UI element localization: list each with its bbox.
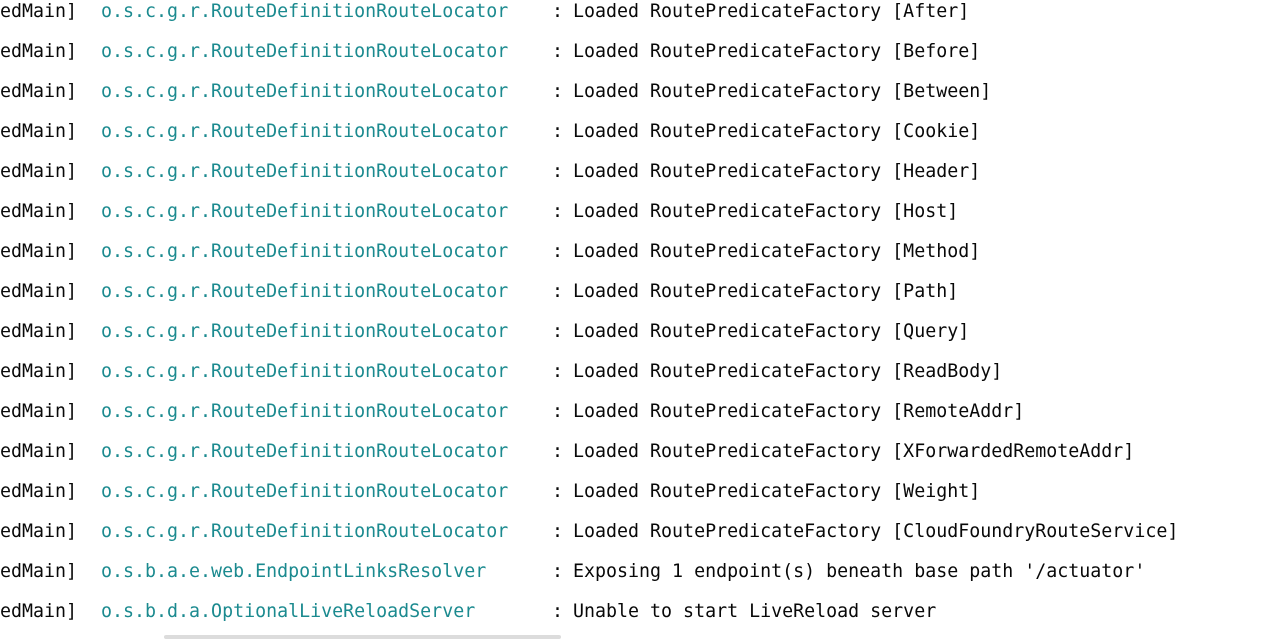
log-thread: edMain]: [0, 600, 100, 624]
log-logger-link[interactable]: o.s.b.a.e.web.EndpointLinksResolver: [101, 560, 486, 584]
log-message: Loaded RoutePredicateFactory [Query]: [573, 321, 970, 342]
log-message: Loaded RoutePredicateFactory [RemoteAddr…: [573, 401, 1025, 422]
log-thread-text: edMain]: [0, 281, 78, 302]
log-separator: :: [552, 321, 564, 342]
log-separator: :: [552, 241, 564, 262]
log-logger-link[interactable]: o.s.c.g.r.RouteDefinitionRouteLocator: [101, 240, 508, 264]
log-separator: :: [552, 161, 564, 182]
console-output[interactable]: edMain] o.s.c.g.r.RouteDefinitionRouteLoc…: [0, 0, 1278, 639]
log-thread-text: edMain]: [0, 161, 78, 182]
log-thread: edMain]: [0, 40, 100, 64]
log-logger-link[interactable]: o.s.c.g.r.RouteDefinitionRouteLocator: [101, 120, 508, 144]
log-message: Loaded RoutePredicateFactory [Host]: [573, 201, 959, 222]
log-logger-link[interactable]: o.s.b.d.a.OptionalLiveReloadServer: [101, 600, 475, 624]
log-thread-text: edMain]: [0, 521, 78, 542]
log-logger-link[interactable]: o.s.c.g.r.RouteDefinitionRouteLocator: [101, 480, 508, 504]
log-logger-link[interactable]: o.s.c.g.r.RouteDefinitionRouteLocator: [101, 440, 508, 464]
log-line: edMain] o.s.c.g.r.RouteDefinitionRouteLoc…: [0, 520, 1278, 560]
log-logger-link[interactable]: o.s.c.g.r.RouteDefinitionRouteLocator: [101, 160, 508, 184]
log-line: edMain] o.s.c.g.r.RouteDefinitionRouteLoc…: [0, 280, 1278, 320]
log-line: edMain] o.s.b.a.e.web.EndpointLinksResolv…: [0, 560, 1278, 600]
log-line: edMain] o.s.c.g.r.RouteDefinitionRouteLoc…: [0, 440, 1278, 480]
log-thread-text: edMain]: [0, 361, 78, 382]
log-logger-link[interactable]: o.s.c.g.r.RouteDefinitionRouteLocator: [101, 280, 508, 304]
log-thread-text: edMain]: [0, 121, 78, 142]
log-line: edMain] o.s.c.g.r.RouteDefinitionRouteLoc…: [0, 400, 1278, 440]
log-thread: edMain]: [0, 120, 100, 144]
log-line: edMain] o.s.c.g.r.RouteDefinitionRouteLoc…: [0, 120, 1278, 160]
log-logger-link[interactable]: o.s.c.g.r.RouteDefinitionRouteLocator: [101, 360, 508, 384]
log-logger-link[interactable]: o.s.c.g.r.RouteDefinitionRouteLocator: [101, 320, 508, 344]
log-thread-text: edMain]: [0, 201, 78, 222]
log-thread-text: edMain]: [0, 321, 78, 342]
log-logger-link[interactable]: o.s.c.g.r.RouteDefinitionRouteLocator: [101, 200, 508, 224]
log-message: Loaded RoutePredicateFactory [Path]: [573, 281, 959, 302]
log-thread: edMain]: [0, 280, 100, 304]
log-message: Loaded RoutePredicateFactory [Between]: [573, 81, 992, 102]
log-line: edMain] o.s.c.g.r.RouteDefinitionRouteLoc…: [0, 200, 1278, 240]
log-line: edMain] o.s.c.g.r.RouteDefinitionRouteLoc…: [0, 240, 1278, 280]
log-thread: edMain]: [0, 480, 100, 504]
log-thread: edMain]: [0, 240, 100, 264]
log-thread: edMain]: [0, 160, 100, 184]
log-line: edMain] o.s.c.g.r.RouteDefinitionRouteLoc…: [0, 80, 1278, 120]
log-separator: :: [552, 281, 564, 302]
log-line: edMain] o.s.c.g.r.RouteDefinitionRouteLoc…: [0, 320, 1278, 360]
log-thread-text: edMain]: [0, 401, 78, 422]
log-separator: :: [552, 121, 564, 142]
horizontal-scrollbar[interactable]: [164, 635, 561, 639]
log-message: Exposing 1 endpoint(s) beneath base path…: [573, 561, 1146, 582]
log-line: edMain] o.s.c.g.r.RouteDefinitionRouteLoc…: [0, 480, 1278, 520]
log-thread: edMain]: [0, 440, 100, 464]
log-separator: :: [552, 361, 564, 382]
log-message: Loaded RoutePredicateFactory [ReadBody]: [573, 361, 1003, 382]
log-thread: edMain]: [0, 0, 100, 24]
log-logger-link[interactable]: o.s.c.g.r.RouteDefinitionRouteLocator: [101, 0, 508, 24]
log-thread-text: edMain]: [0, 81, 78, 102]
log-thread: edMain]: [0, 560, 100, 584]
log-message: Loaded RoutePredicateFactory [After]: [573, 1, 970, 22]
log-thread: edMain]: [0, 400, 100, 424]
log-logger-link[interactable]: o.s.c.g.r.RouteDefinitionRouteLocator: [101, 40, 508, 64]
log-message: Loaded RoutePredicateFactory [Before]: [573, 41, 981, 62]
log-separator: :: [552, 41, 564, 62]
log-thread-text: edMain]: [0, 41, 78, 62]
log-message: Loaded RoutePredicateFactory [Header]: [573, 161, 981, 182]
log-thread: edMain]: [0, 200, 100, 224]
log-separator: :: [552, 561, 564, 582]
log-logger-link[interactable]: o.s.c.g.r.RouteDefinitionRouteLocator: [101, 80, 508, 104]
log-separator: :: [552, 401, 564, 422]
log-logger-link[interactable]: o.s.c.g.r.RouteDefinitionRouteLocator: [101, 520, 508, 544]
log-thread-text: edMain]: [0, 601, 78, 622]
log-message: Loaded RoutePredicateFactory [CloudFound…: [573, 521, 1179, 542]
log-message: Unable to start LiveReload server: [573, 601, 937, 622]
log-thread-text: edMain]: [0, 1, 78, 22]
log-thread-text: edMain]: [0, 561, 78, 582]
log-thread-text: edMain]: [0, 481, 78, 502]
log-separator: :: [552, 481, 564, 502]
log-separator: :: [552, 1, 564, 22]
log-thread: edMain]: [0, 80, 100, 104]
log-separator: :: [552, 521, 564, 542]
log-line: edMain] o.s.c.g.r.RouteDefinitionRouteLoc…: [0, 0, 1278, 40]
log-separator: :: [552, 441, 564, 462]
log-separator: :: [552, 601, 564, 622]
log-logger-link[interactable]: o.s.c.g.r.RouteDefinitionRouteLocator: [101, 400, 508, 424]
log-message: Loaded RoutePredicateFactory [Cookie]: [573, 121, 981, 142]
log-line: edMain] o.s.c.g.r.RouteDefinitionRouteLoc…: [0, 360, 1278, 400]
log-thread: edMain]: [0, 320, 100, 344]
log-line: edMain] o.s.b.d.a.OptionalLiveReloadServe…: [0, 600, 1278, 639]
log-message: Loaded RoutePredicateFactory [Method]: [573, 241, 981, 262]
log-separator: :: [552, 201, 564, 222]
log-separator: :: [552, 81, 564, 102]
log-message: Loaded RoutePredicateFactory [Weight]: [573, 481, 981, 502]
log-thread: edMain]: [0, 360, 100, 384]
log-thread: edMain]: [0, 520, 100, 544]
log-message: Loaded RoutePredicateFactory [XForwarded…: [573, 441, 1135, 462]
log-line: edMain] o.s.c.g.r.RouteDefinitionRouteLoc…: [0, 40, 1278, 80]
log-thread-text: edMain]: [0, 241, 78, 262]
log-thread-text: edMain]: [0, 441, 78, 462]
log-line: edMain] o.s.c.g.r.RouteDefinitionRouteLoc…: [0, 160, 1278, 200]
